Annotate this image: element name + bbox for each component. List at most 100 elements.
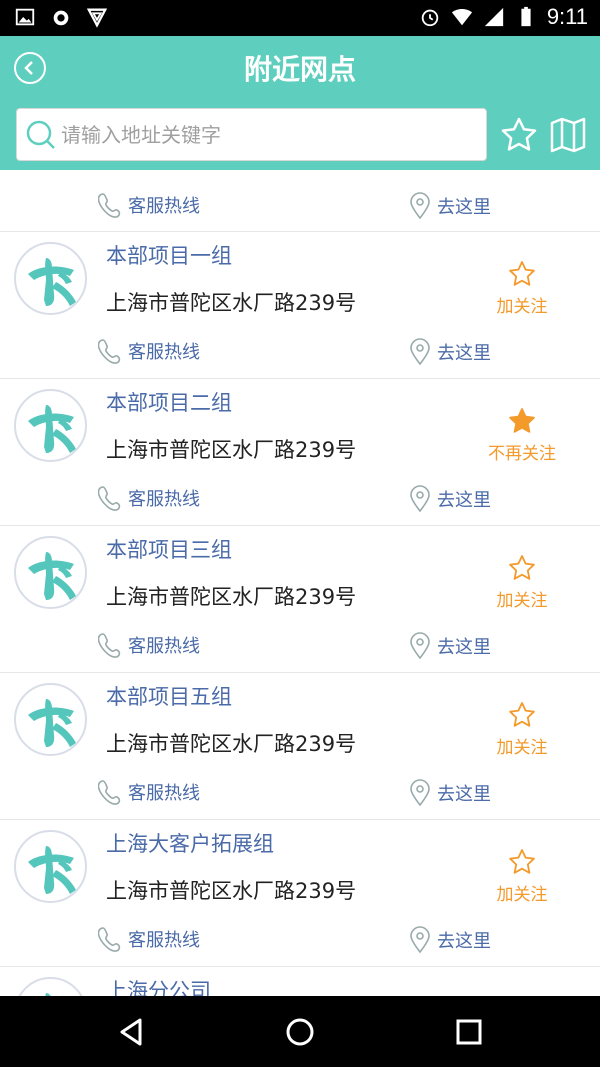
hotline-link[interactable]: 客服热线 [98,632,200,658]
location-pin-icon [410,632,430,660]
location-pin-icon [410,779,430,807]
follow-toggle[interactable]: 加关注 [472,701,572,758]
go-here-label: 去这里 [437,637,491,658]
outlet-name: 本部项目二组 [106,391,232,415]
star-icon [509,702,535,727]
phone-icon [98,927,121,952]
back-nav-button[interactable] [113,1014,149,1050]
follow-toggle[interactable]: 加关注 [472,848,572,905]
phone-icon [98,780,121,805]
wifi-icon [451,8,472,26]
image-icon [15,8,35,26]
follow-label: 加关注 [496,885,548,905]
map-icon[interactable] [549,116,587,154]
search-icon [26,120,55,149]
outlet-list: 客服热线 去这里 本部项目一组 上海市普陀区水厂路239号 加关注 客服热线 去… [0,170,600,996]
outlet-address: 上海市普陀区水厂路239号 [106,291,357,315]
outlet-address: 上海市普陀区水厂路239号 [106,585,357,609]
hotline-label: 客服热线 [128,783,200,804]
square-recents-icon [456,1019,482,1045]
list-item[interactable]: 本部项目一组 上海市普陀区水厂路239号 加关注 客服热线 去这里 [0,232,600,379]
follow-toggle[interactable]: 加关注 [472,554,572,611]
star-icon [509,555,535,580]
star-icon [509,849,535,874]
list-item[interactable]: 上海大客户拓展组 上海市普陀区水厂路239号 加关注 客服热线 去这里 [0,820,600,967]
go-here-label: 去这里 [437,490,491,511]
phone-icon [98,339,121,364]
go-here-link[interactable]: 去这里 [409,192,491,220]
star-icon [509,408,535,433]
outlet-address: 上海市普陀区水厂路239号 [106,879,357,903]
page-title: 附近网点 [243,53,356,86]
triangle-back-icon [120,1018,142,1046]
outlet-logo [14,830,87,903]
follow-toggle[interactable]: 不再关注 [472,407,572,464]
brand-logo-icon [28,405,76,453]
clock: 9:11 [546,4,588,29]
phone-icon [98,193,121,218]
location-pin-icon [410,338,430,366]
circle-home-icon [286,1018,314,1046]
follow-label: 不再关注 [488,444,556,464]
outlet-logo [14,683,87,756]
follow-toggle[interactable]: 加关注 [472,260,572,317]
outlet-name: 本部项目五组 [106,685,232,709]
list-item[interactable]: 上海分公司 客服热线 去这里 [0,967,600,996]
location-pin-icon [410,485,430,513]
hotline-link[interactable]: 客服热线 [98,192,200,218]
brand-logo-icon [28,258,76,306]
go-here-link[interactable]: 去这里 [409,338,491,366]
follow-label: 加关注 [496,297,548,317]
favorites-star-icon[interactable] [500,116,538,154]
hotline-link[interactable]: 客服热线 [98,485,200,511]
list-item[interactable]: 本部项目五组 上海市普陀区水厂路239号 加关注 客服热线 去这里 [0,673,600,820]
brand-logo-icon [28,846,76,894]
recents-nav-button[interactable] [451,1014,487,1050]
header: 附近网点 [0,36,600,170]
vpn-shield-icon [86,8,108,28]
battery-icon [521,6,531,27]
go-here-label: 去这里 [437,343,491,364]
hotline-link[interactable]: 客服热线 [98,779,200,805]
hotline-label: 客服热线 [128,636,200,657]
outlet-logo [14,242,87,315]
hotline-label: 客服热线 [128,489,200,510]
hotline-label: 客服热线 [128,930,200,951]
brand-logo-icon [28,699,76,747]
status-bar: 9:11 [0,0,600,36]
go-here-label: 去这里 [437,931,491,952]
outlet-logo [14,977,87,996]
hand-icon [53,10,69,26]
signal-icon [484,7,503,27]
brand-logo-icon [28,552,76,600]
phone-icon [98,486,121,511]
list-item-footer: 客服热线 去这里 [0,170,600,232]
list-item[interactable]: 本部项目二组 上海市普陀区水厂路239号 不再关注 客服热线 去这里 [0,379,600,526]
location-pin-icon [410,192,430,220]
search-input[interactable] [61,122,481,147]
hotline-label: 客服热线 [128,342,200,363]
location-pin-icon [410,926,430,954]
navigation-bar [0,996,600,1067]
outlet-logo [14,536,87,609]
follow-label: 加关注 [496,591,548,611]
outlet-address: 上海市普陀区水厂路239号 [106,732,357,756]
go-here-link[interactable]: 去这里 [409,779,491,807]
outlet-logo [14,389,87,462]
go-here-link[interactable]: 去这里 [409,632,491,660]
go-here-link[interactable]: 去这里 [409,485,491,513]
list-item[interactable]: 本部项目三组 上海市普陀区水厂路239号 加关注 客服热线 去这里 [0,526,600,673]
go-here-label: 去这里 [437,784,491,805]
outlet-name: 本部项目一组 [106,244,232,268]
outlet-name: 上海大客户拓展组 [106,832,274,856]
home-nav-button[interactable] [282,1014,318,1050]
go-here-link[interactable]: 去这里 [409,926,491,954]
outlet-name: 本部项目三组 [106,538,232,562]
hotline-link[interactable]: 客服热线 [98,338,200,364]
hotline-link[interactable]: 客服热线 [98,926,200,952]
follow-label: 加关注 [496,738,548,758]
search-box[interactable] [16,108,487,161]
alarm-icon [421,9,439,27]
outlet-name: 上海分公司 [106,979,211,996]
outlet-address: 上海市普陀区水厂路239号 [106,438,357,462]
